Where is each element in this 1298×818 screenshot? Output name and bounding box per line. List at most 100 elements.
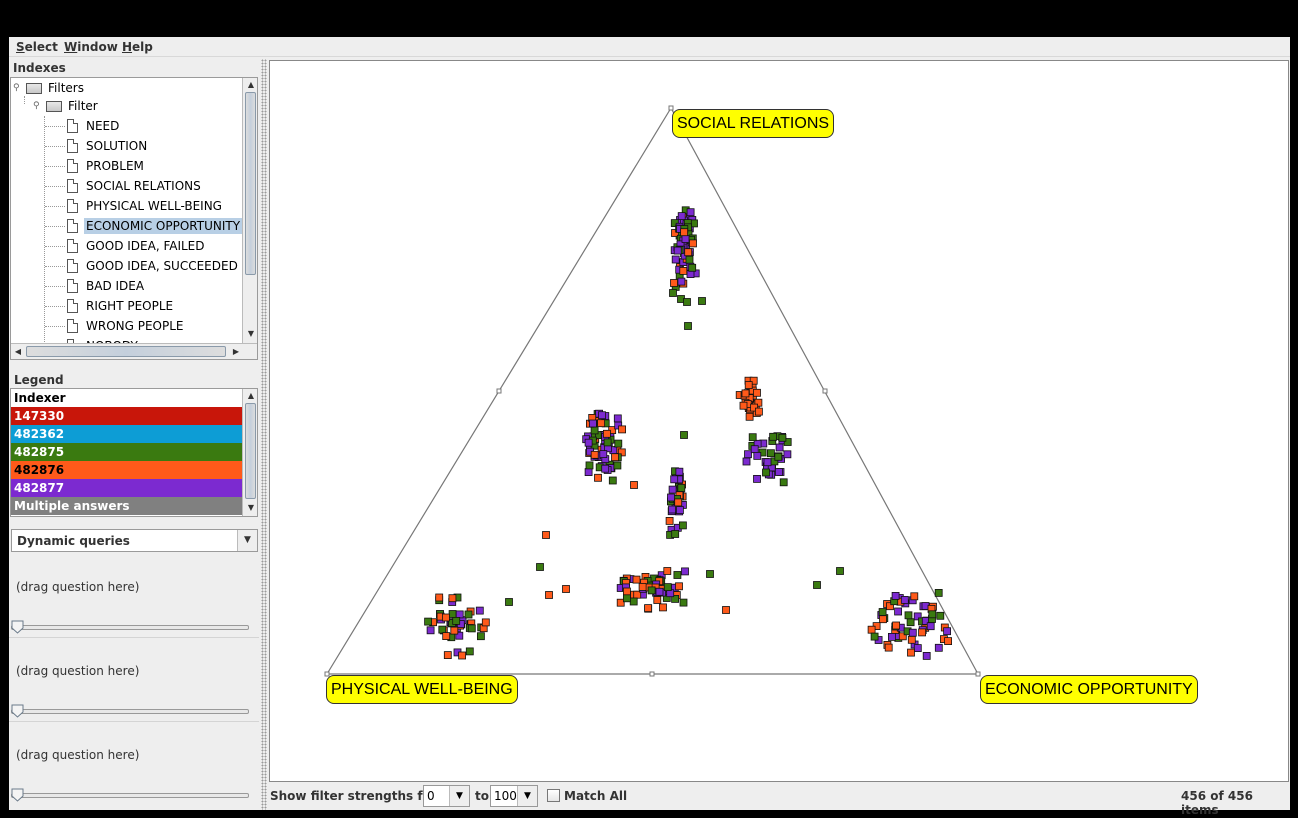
- data-point[interactable]: [476, 632, 485, 641]
- data-point[interactable]: [675, 467, 684, 476]
- data-point[interactable]: [891, 592, 900, 600]
- data-point[interactable]: [599, 450, 608, 459]
- data-point[interactable]: [783, 450, 792, 459]
- slider-thumb-icon[interactable]: [11, 620, 24, 634]
- data-point[interactable]: [602, 429, 611, 438]
- data-point[interactable]: [663, 567, 672, 575]
- data-point[interactable]: [671, 255, 680, 264]
- data-point[interactable]: [745, 412, 754, 421]
- data-point[interactable]: [681, 235, 690, 243]
- split-pane-divider[interactable]: [261, 59, 267, 810]
- data-point[interactable]: [836, 567, 844, 575]
- legend-entry[interactable]: 147330: [11, 407, 242, 425]
- data-point[interactable]: [888, 633, 896, 641]
- scroll-thumb[interactable]: [245, 403, 256, 499]
- data-point[interactable]: [706, 570, 714, 578]
- data-point[interactable]: [688, 263, 697, 272]
- expand-toggle-icon[interactable]: ⚲: [33, 101, 43, 111]
- data-point[interactable]: [542, 531, 550, 539]
- data-point[interactable]: [632, 575, 641, 584]
- data-point[interactable]: [448, 610, 457, 618]
- data-point[interactable]: [894, 607, 902, 616]
- data-point[interactable]: [779, 478, 788, 487]
- tree-item[interactable]: ECONOMIC OPPORTUNITY: [67, 216, 243, 236]
- data-point[interactable]: [908, 628, 917, 637]
- resize-handle[interactable]: [496, 388, 502, 394]
- data-point[interactable]: [685, 255, 694, 264]
- data-point[interactable]: [438, 625, 447, 634]
- data-point[interactable]: [629, 597, 638, 606]
- data-point[interactable]: [675, 582, 683, 591]
- data-point[interactable]: [763, 458, 772, 467]
- corner-label-top[interactable]: SOCIAL RELATIONS: [672, 109, 835, 138]
- scroll-up-icon[interactable]: ▲: [244, 78, 257, 92]
- data-point[interactable]: [443, 651, 452, 659]
- data-point[interactable]: [670, 279, 678, 287]
- data-point[interactable]: [689, 239, 697, 248]
- data-point[interactable]: [936, 611, 945, 620]
- data-point[interactable]: [611, 453, 619, 462]
- data-point[interactable]: [904, 611, 913, 620]
- data-point[interactable]: [442, 632, 451, 640]
- data-point[interactable]: [545, 591, 553, 599]
- data-point[interactable]: [753, 388, 761, 397]
- data-point[interactable]: [867, 625, 876, 634]
- data-point[interactable]: [878, 608, 887, 616]
- slider-thumb-icon[interactable]: [11, 788, 24, 802]
- query-slider-2[interactable]: [11, 709, 249, 714]
- resize-handle[interactable]: [649, 671, 655, 677]
- data-point[interactable]: [671, 530, 680, 538]
- data-point[interactable]: [748, 433, 757, 442]
- scroll-up-icon[interactable]: ▲: [244, 389, 257, 403]
- dynamic-queries-select[interactable]: Dynamic queries ▼: [11, 529, 258, 552]
- scroll-thumb[interactable]: [26, 346, 226, 357]
- data-point[interactable]: [614, 439, 623, 448]
- data-point[interactable]: [644, 604, 653, 612]
- corner-label-right[interactable]: ECONOMIC OPPORTUNITY: [980, 675, 1198, 704]
- data-point[interactable]: [679, 266, 688, 275]
- data-point[interactable]: [684, 248, 693, 257]
- query-drop-target-3[interactable]: (drag question here): [16, 748, 139, 762]
- tree-item[interactable]: WRONG PEOPLE: [67, 316, 186, 336]
- data-point[interactable]: [590, 426, 599, 435]
- tree-item[interactable]: SOCIAL RELATIONS: [67, 176, 203, 196]
- data-point[interactable]: [630, 481, 638, 489]
- tree-item[interactable]: PROBLEM: [67, 156, 146, 176]
- data-point[interactable]: [677, 277, 686, 286]
- chevron-down-icon[interactable]: ▼: [449, 786, 469, 806]
- data-point[interactable]: [455, 610, 464, 619]
- data-point[interactable]: [622, 594, 631, 603]
- data-point[interactable]: [458, 651, 467, 660]
- data-point[interactable]: [681, 567, 689, 576]
- tree-item[interactable]: RIGHT PEOPLE: [67, 296, 175, 316]
- query-drop-target-2[interactable]: (drag question here): [16, 664, 139, 678]
- data-point[interactable]: [900, 596, 909, 604]
- tree-item[interactable]: GOOD IDEA, SUCCEEDED: [67, 256, 240, 276]
- data-point[interactable]: [907, 648, 915, 657]
- tree-item[interactable]: GOOD IDEA, FAILED: [67, 236, 207, 256]
- data-point[interactable]: [608, 476, 617, 485]
- data-point[interactable]: [674, 498, 683, 507]
- data-point[interactable]: [753, 474, 761, 483]
- data-point[interactable]: [753, 451, 762, 460]
- data-point[interactable]: [778, 433, 787, 442]
- legend-entry[interactable]: 482875: [11, 443, 242, 461]
- data-point[interactable]: [769, 432, 778, 441]
- indexes-vertical-scrollbar[interactable]: ▲ ▼: [242, 78, 257, 343]
- data-point[interactable]: [441, 613, 450, 622]
- data-point[interactable]: [910, 592, 919, 601]
- data-point[interactable]: [677, 212, 686, 221]
- data-point[interactable]: [613, 461, 622, 470]
- data-point[interactable]: [669, 289, 677, 297]
- data-point[interactable]: [683, 298, 691, 306]
- tree-item[interactable]: PHYSICAL WELL-BEING: [67, 196, 224, 216]
- data-point[interactable]: [505, 598, 513, 606]
- data-point[interactable]: [754, 407, 763, 416]
- query-slider-1[interactable]: [11, 625, 249, 630]
- data-point[interactable]: [870, 632, 879, 641]
- data-point[interactable]: [588, 419, 597, 428]
- legend-entry[interactable]: 482877: [11, 479, 242, 497]
- data-point[interactable]: [659, 603, 667, 612]
- scroll-down-icon[interactable]: ▼: [244, 501, 257, 515]
- chevron-down-icon[interactable]: ▼: [237, 530, 257, 551]
